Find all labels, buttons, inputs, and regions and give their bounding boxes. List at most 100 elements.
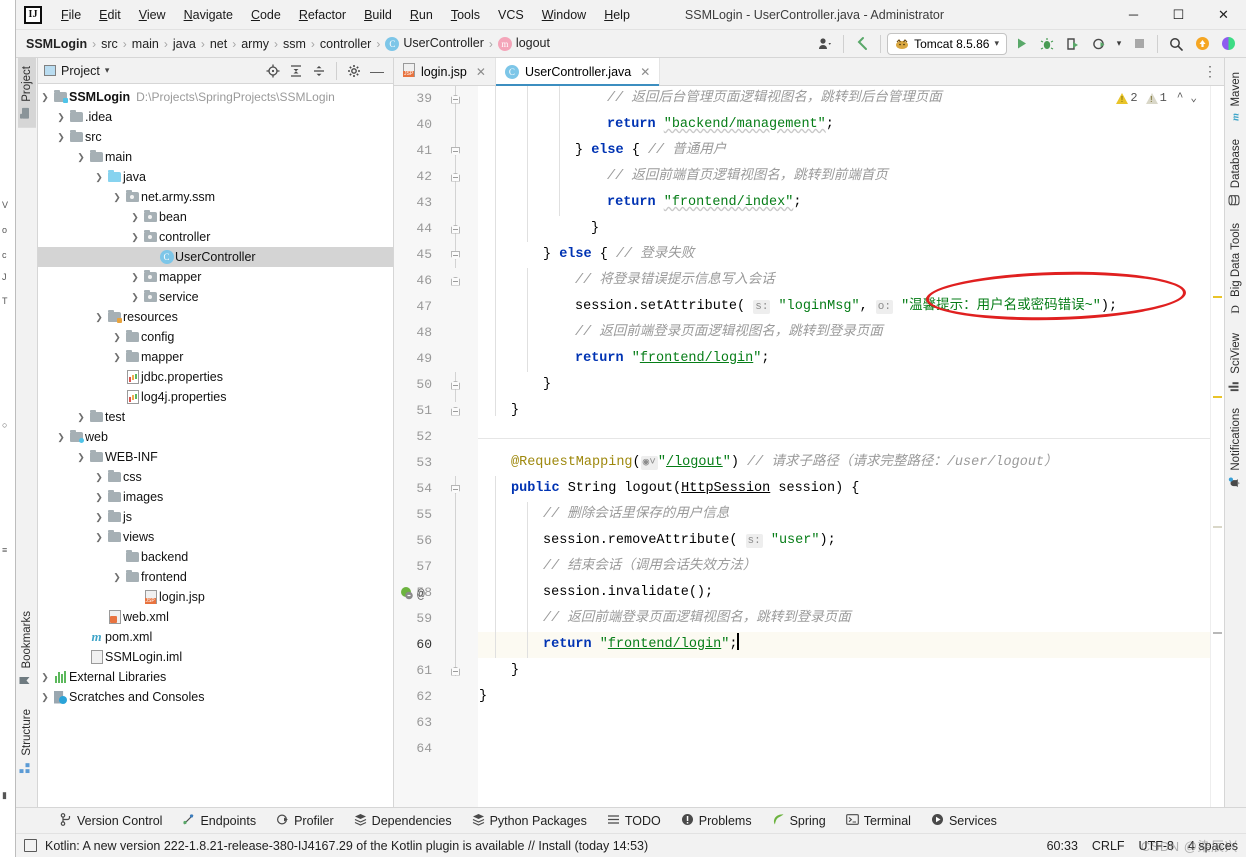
run-configuration-selector[interactable]: Tomcat 8.5.86 ▾ [887,32,1007,55]
line-separator[interactable]: CRLF [1092,839,1125,853]
marker-weak-warning[interactable] [1213,526,1222,528]
tree-row-src[interactable]: ❯ src [38,127,393,147]
tool-button-profiler[interactable]: Profiler [266,810,344,832]
chevron-down-icon[interactable]: ❯ [74,152,88,163]
tree-row-java[interactable]: ❯ java [38,167,393,187]
profiler-button[interactable] [1087,33,1111,55]
fold-marker[interactable] [450,398,461,424]
status-message[interactable]: Kotlin: A new version 222-1.8.21-release… [45,839,648,853]
tree-row-views[interactable]: ❯ views [38,527,393,547]
breadcrumb-item-net[interactable]: net [206,35,231,53]
fold-marker[interactable] [450,658,461,684]
tool-button-terminal[interactable]: Terminal [836,810,921,832]
chevron-right-icon[interactable]: ❯ [54,112,68,123]
editor-tab-actions[interactable]: ⋮ [1203,58,1224,85]
menu-item-refactor[interactable]: Refactor [290,5,355,25]
chevron-right-icon[interactable]: ❯ [92,512,106,523]
tree-row-external-libraries[interactable]: ❯ External Libraries [38,667,393,687]
tree-row-package[interactable]: ❯ net.army.ssm [38,187,393,207]
chevron-down-icon[interactable]: ❯ [110,192,124,203]
tree-row-jdbc-properties[interactable]: jdbc.properties [38,367,393,387]
tool-button-endpoints[interactable]: Endpoints [172,810,266,832]
close-button[interactable]: ✕ [1201,0,1246,30]
sidebar-item-bookmarks[interactable]: Bookmarks [18,603,36,696]
tree-row-test[interactable]: ❯ test [38,407,393,427]
tool-button-python-packages[interactable]: Python Packages [462,810,597,832]
tree-row-webinf[interactable]: ❯ WEB-INF [38,447,393,467]
annotation-gutter-icon[interactable]: @ [417,587,425,602]
breadcrumb-item-main[interactable]: main [128,35,163,53]
user-icon[interactable] [813,33,837,55]
menu-item-window[interactable]: Window [533,5,595,25]
chevron-right-icon[interactable]: ❯ [110,332,124,343]
chevron-right-icon[interactable]: ❯ [128,292,142,303]
event-log-icon[interactable] [24,839,37,852]
marker-warning[interactable] [1213,296,1222,298]
tree-row-controller[interactable]: ❯ controller [38,227,393,247]
search-icon[interactable] [1164,33,1188,55]
marker-caret[interactable] [1213,632,1222,634]
tree-row-resources[interactable]: ❯ resources [38,307,393,327]
breadcrumb-item-army[interactable]: army [237,35,273,53]
run-button[interactable] [1009,33,1033,55]
chevron-down-icon[interactable]: ❯ [54,132,68,143]
sidebar-item-sciview[interactable]: SciView [1227,325,1245,401]
file-encoding[interactable]: UTF-8 [1139,839,1174,853]
menu-item-code[interactable]: Code [242,5,290,25]
previous-problem-icon[interactable]: ^ [1177,92,1184,104]
chevron-down-icon[interactable]: ▾ [1113,33,1125,55]
updates-icon[interactable] [1190,33,1214,55]
expand-all-icon[interactable] [286,61,306,81]
tree-row-loginjsp[interactable]: login.jsp [38,587,393,607]
chevron-down-icon[interactable]: ▾ [105,65,110,76]
sidebar-item-project[interactable]: Project [17,58,36,128]
chevron-right-icon[interactable]: ❯ [92,492,106,503]
menu-item-vcs[interactable]: VCS [489,5,533,25]
menu-item-tools[interactable]: Tools [442,5,489,25]
tree-row-ssmlogin[interactable]: ❯ SSMLogin D:\Projects\SpringProjects\SS… [38,87,393,107]
tree-row-pomxml[interactable]: m pom.xml [38,627,393,647]
tool-button-todo[interactable]: TODO [597,810,671,832]
tree-row-service[interactable]: ❯ service [38,287,393,307]
tree-row-scratches[interactable]: ❯ Scratches and Consoles [38,687,393,707]
project-tree[interactable]: ❯ SSMLogin D:\Projects\SpringProjects\SS… [38,84,393,807]
editor-marker-bar[interactable] [1210,86,1224,807]
stop-button[interactable] [1127,33,1151,55]
fold-marker[interactable] [450,164,461,190]
menu-item-build[interactable]: Build [355,5,401,25]
breadcrumb-item-usercontroller[interactable]: C UserController [381,34,488,53]
menu-item-help[interactable]: Help [595,5,639,25]
tree-row-backend[interactable]: backend [38,547,393,567]
tree-row-usercontroller[interactable]: C UserController [38,247,393,267]
menu-item-run[interactable]: Run [401,5,442,25]
spring-bean-gutter-icon[interactable] [400,586,414,603]
chevron-down-icon[interactable]: ❯ [92,172,106,183]
chevron-right-icon[interactable]: ❯ [128,212,142,223]
breadcrumb-item-controller[interactable]: controller [316,35,375,53]
breadcrumb-item-src[interactable]: src [97,35,122,53]
menu-item-file[interactable]: File [52,5,90,25]
fold-marker[interactable] [450,268,461,294]
menu-item-edit[interactable]: Edit [90,5,130,25]
menu-item-navigate[interactable]: Navigate [175,5,242,25]
fold-marker[interactable] [450,242,461,268]
tree-row-mapper[interactable]: ❯ mapper [38,267,393,287]
chevron-right-icon[interactable]: ❯ [110,352,124,363]
fold-marker[interactable] [450,476,461,502]
tree-row-css[interactable]: ❯ css [38,467,393,487]
tree-row-idea[interactable]: ❯ .idea [38,107,393,127]
tree-row-iml[interactable]: SSMLogin.iml [38,647,393,667]
chevron-right-icon[interactable]: ❯ [92,472,106,483]
tree-row-frontend[interactable]: ❯ frontend [38,567,393,587]
fold-marker[interactable] [450,216,461,242]
tree-row-images[interactable]: ❯ images [38,487,393,507]
tree-row-log4j-properties[interactable]: log4j.properties [38,387,393,407]
back-arrow-icon[interactable] [850,33,874,55]
close-icon[interactable]: ✕ [476,65,486,79]
sidebar-item-structure[interactable]: Structure [18,701,36,783]
chevron-right-icon[interactable]: ❯ [74,412,88,423]
more-tabs-icon[interactable]: ⋮ [1203,63,1218,80]
breadcrumb-item-logout[interactable]: m logout [494,34,554,53]
chevron-down-icon[interactable]: ❯ [128,232,142,243]
fold-marker[interactable] [450,372,461,398]
